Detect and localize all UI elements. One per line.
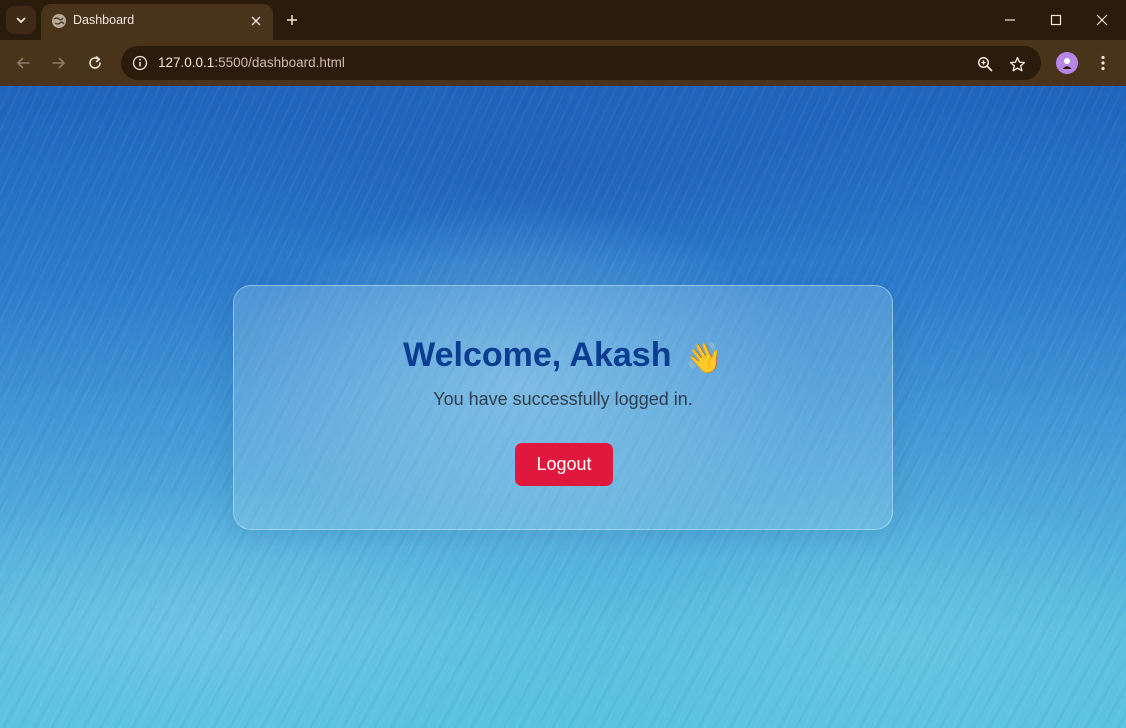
url-host: 127.0.0.1	[158, 55, 215, 70]
close-window-button[interactable]	[1087, 8, 1117, 32]
minimize-button[interactable]	[995, 8, 1025, 32]
login-success-message: You have successfully logged in.	[433, 389, 693, 409]
forward-arrow-icon	[52, 57, 65, 69]
back-button[interactable]	[11, 51, 35, 75]
zoom-icon	[977, 56, 993, 72]
welcome-heading: Welcome, Akash 👋	[234, 336, 892, 376]
site-info-button[interactable]	[130, 53, 150, 73]
maximize-icon	[1050, 14, 1062, 26]
bookmark-button[interactable]	[1006, 53, 1028, 75]
back-arrow-icon	[17, 57, 30, 69]
chevron-down-icon	[16, 17, 26, 23]
new-tab-button[interactable]	[281, 9, 303, 31]
reload-icon	[89, 56, 101, 69]
forward-button[interactable]	[47, 51, 71, 75]
reload-button[interactable]	[83, 51, 107, 75]
page-viewport: Welcome, Akash 👋 You have successfully lo…	[0, 86, 1126, 728]
address-bar[interactable]: 127.0.0.1:5500/dashboard.html	[121, 46, 1041, 80]
zoom-button[interactable]	[974, 53, 996, 75]
tab-search-button[interactable]	[6, 6, 36, 34]
tab-dashboard[interactable]: Dashboard	[41, 4, 273, 40]
star-icon	[1009, 56, 1025, 71]
url-text: 127.0.0.1:5500/dashboard.html	[158, 55, 345, 70]
welcome-card: Welcome, Akash 👋 You have successfully lo…	[233, 285, 893, 530]
tab-close-button[interactable]	[247, 12, 265, 30]
toolbar: 127.0.0.1:5500/dashboard.html	[0, 40, 1126, 86]
close-icon	[1096, 14, 1108, 26]
logout-button[interactable]: Logout	[515, 443, 613, 486]
close-icon	[251, 16, 261, 26]
browser-menu-button[interactable]	[1092, 51, 1114, 75]
kebab-menu-icon	[1101, 55, 1105, 71]
plus-icon	[287, 15, 297, 25]
welcome-text: Welcome, Akash	[403, 336, 672, 374]
minimize-icon	[1005, 19, 1015, 21]
waving-hand-icon: 👋	[685, 342, 723, 375]
avatar	[1062, 58, 1072, 69]
tab-strip: Dashboard	[0, 0, 1126, 40]
globe-icon	[52, 14, 66, 28]
info-icon	[132, 55, 148, 71]
profile-avatar[interactable]	[1056, 52, 1078, 74]
browser-window: Dashboard 127.0.0.1:5500/dashboard.html …	[0, 0, 1126, 728]
url-path: :5500/dashboard.html	[214, 55, 345, 70]
maximize-button[interactable]	[1041, 8, 1071, 32]
tab-title: Dashboard	[73, 13, 135, 27]
